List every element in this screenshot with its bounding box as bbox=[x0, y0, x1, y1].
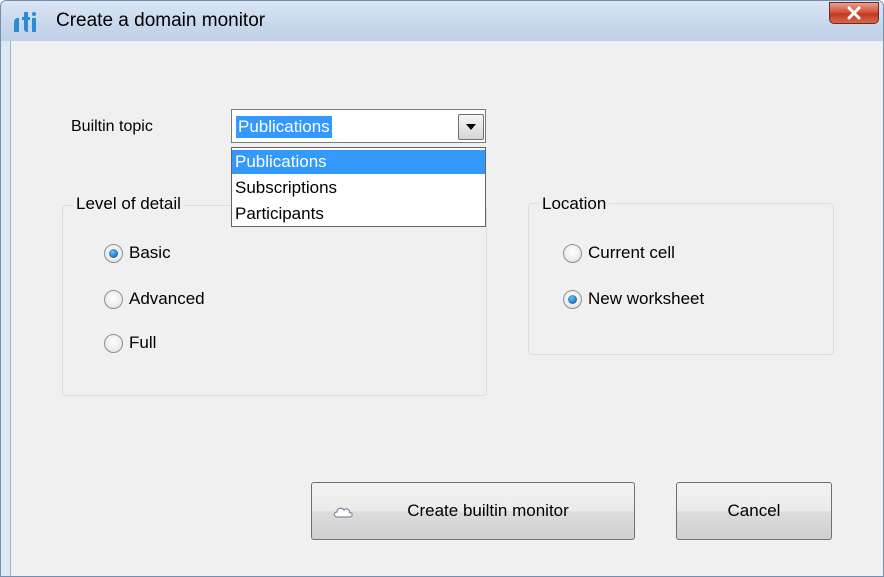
radio-new-worksheet-button[interactable] bbox=[563, 289, 582, 309]
radio-current-cell-label: Current cell bbox=[588, 243, 675, 262]
dropdown-option-subscriptions[interactable]: Subscriptions bbox=[232, 176, 485, 200]
dropdown-arrow-button[interactable] bbox=[458, 114, 484, 140]
dialog-window: Create a domain monitor Builtin topic Pu… bbox=[0, 0, 884, 577]
create-builtin-monitor-button[interactable]: Create builtin monitor bbox=[311, 482, 635, 540]
dropdown-option-participants[interactable]: Participants bbox=[232, 202, 485, 226]
radio-advanced[interactable]: Advanced bbox=[104, 289, 205, 309]
builtin-topic-selected-value[interactable]: Publications bbox=[236, 116, 332, 138]
builtin-topic-combobox[interactable]: Publications bbox=[231, 109, 486, 143]
close-button[interactable] bbox=[829, 2, 879, 24]
title-bar[interactable]: Create a domain monitor bbox=[1, 1, 883, 41]
rti-logo-icon bbox=[14, 10, 36, 32]
cancel-button[interactable]: Cancel bbox=[676, 482, 832, 540]
builtin-topic-dropdown-list: Publications Subscriptions Participants bbox=[231, 147, 486, 227]
radio-basic[interactable]: Basic bbox=[104, 243, 171, 263]
location-group bbox=[528, 203, 834, 355]
level-of-detail-title: Level of detail bbox=[73, 194, 184, 214]
window-title: Create a domain monitor bbox=[56, 10, 266, 31]
radio-new-worksheet[interactable]: New worksheet bbox=[563, 289, 704, 309]
radio-advanced-button[interactable] bbox=[104, 289, 123, 309]
radio-basic-label: Basic bbox=[129, 243, 171, 262]
cancel-label: Cancel bbox=[727, 501, 781, 520]
radio-new-worksheet-label: New worksheet bbox=[588, 289, 705, 308]
chevron-down-icon bbox=[466, 124, 476, 130]
dropdown-option-publications[interactable]: Publications bbox=[232, 150, 485, 174]
location-title: Location bbox=[539, 194, 610, 214]
radio-basic-button[interactable] bbox=[104, 243, 123, 263]
create-builtin-monitor-label: Create builtin monitor bbox=[407, 501, 569, 520]
radio-current-cell-button[interactable] bbox=[563, 243, 582, 263]
radio-full[interactable]: Full bbox=[104, 333, 156, 353]
radio-full-button[interactable] bbox=[104, 333, 123, 353]
radio-advanced-label: Advanced bbox=[129, 289, 205, 308]
radio-current-cell[interactable]: Current cell bbox=[563, 243, 675, 263]
close-icon bbox=[847, 6, 861, 20]
cloud-icon bbox=[333, 507, 353, 518]
radio-full-label: Full bbox=[129, 333, 157, 352]
builtin-topic-label: Builtin topic bbox=[71, 118, 153, 135]
